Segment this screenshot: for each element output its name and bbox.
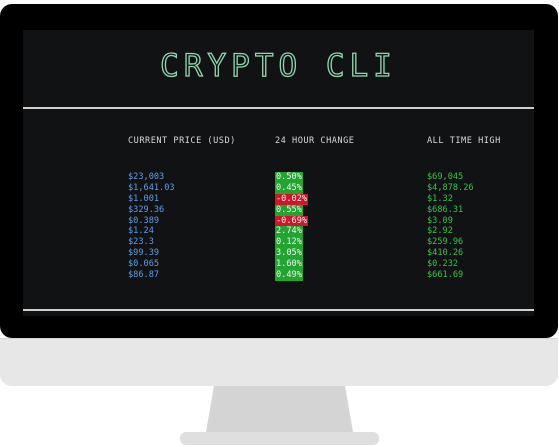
change-badge: -0.69%: [275, 215, 309, 227]
price-column: CURRENT PRICE (USD) $23,003 $1,641.03 $1…: [128, 136, 258, 281]
change-header: 24 HOUR CHANGE: [275, 136, 355, 146]
monitor-bezel: CRYPTO CLI CURRENT PRICE (USD) $23,003 $…: [0, 4, 558, 338]
ath-list: $69,045 $4,878.26 $1.32 $686.31 $3.09 $2…: [427, 172, 527, 281]
change-badge: 3.05%: [275, 248, 303, 260]
ath-cell: $259.96: [427, 237, 464, 248]
ath-cell: $2.92: [427, 226, 453, 237]
ath-column: ALL TIME HIGH $69,045 $4,878.26 $1.32 $6…: [427, 136, 527, 281]
app-title: CRYPTO CLI: [160, 47, 397, 84]
price-cell: $329.36: [128, 204, 165, 215]
ath-cell: $686.31: [427, 204, 464, 215]
price-list: $23,003 $1,641.03 $1.001 $329.36 $0.389 …: [128, 172, 258, 281]
change-column: 24 HOUR CHANGE 0.50% 0.45% -0.02% 0.55% …: [275, 136, 395, 281]
price-cell: $1.001: [128, 193, 160, 204]
monitor-chin: [0, 338, 558, 386]
price-cell: $86.87: [128, 270, 160, 281]
price-cell: $1,641.03: [128, 182, 175, 193]
change-badge: 0.49%: [275, 270, 303, 281]
ath-header: ALL TIME HIGH: [427, 136, 501, 146]
ath-cell: $661.69: [427, 270, 464, 281]
crypto-table: CURRENT PRICE (USD) $23,003 $1,641.03 $1…: [128, 136, 518, 286]
change-list: 0.50% 0.45% -0.02% 0.55% -0.69% 2.74% 0.…: [275, 172, 395, 281]
change-badge: 0.45%: [275, 182, 303, 194]
change-badge: 0.50%: [275, 172, 303, 183]
price-cell: $0.065: [128, 259, 160, 270]
price-cell: $99.39: [128, 248, 160, 259]
price-cell: $0.389: [128, 215, 160, 226]
desktop-mockup: CRYPTO CLI CURRENT PRICE (USD) $23,003 $…: [0, 0, 559, 447]
monitor-stand-neck: [205, 386, 354, 438]
change-badge: 0.55%: [275, 204, 303, 216]
monitor-stand-base: [180, 432, 379, 445]
price-cell: $23,003: [128, 172, 165, 182]
top-divider: [23, 107, 534, 109]
price-cell: $23.3: [128, 237, 154, 248]
terminal-screen: CRYPTO CLI CURRENT PRICE (USD) $23,003 $…: [23, 30, 534, 316]
price-header: CURRENT PRICE (USD): [128, 136, 236, 146]
ath-cell: $3.09: [427, 215, 453, 226]
ath-cell: $4,878.26: [427, 182, 474, 193]
bottom-divider: [23, 309, 534, 311]
change-badge: -0.02%: [275, 193, 309, 205]
change-badge: 2.74%: [275, 226, 303, 238]
change-badge: 1.60%: [275, 259, 303, 271]
ath-cell: $410.26: [427, 248, 464, 259]
ath-cell: $1.32: [427, 193, 453, 204]
ath-cell: $0.232: [427, 259, 459, 270]
ath-cell: $69,045: [427, 172, 464, 182]
change-badge: 0.12%: [275, 237, 303, 249]
price-cell: $1.24: [128, 226, 154, 237]
